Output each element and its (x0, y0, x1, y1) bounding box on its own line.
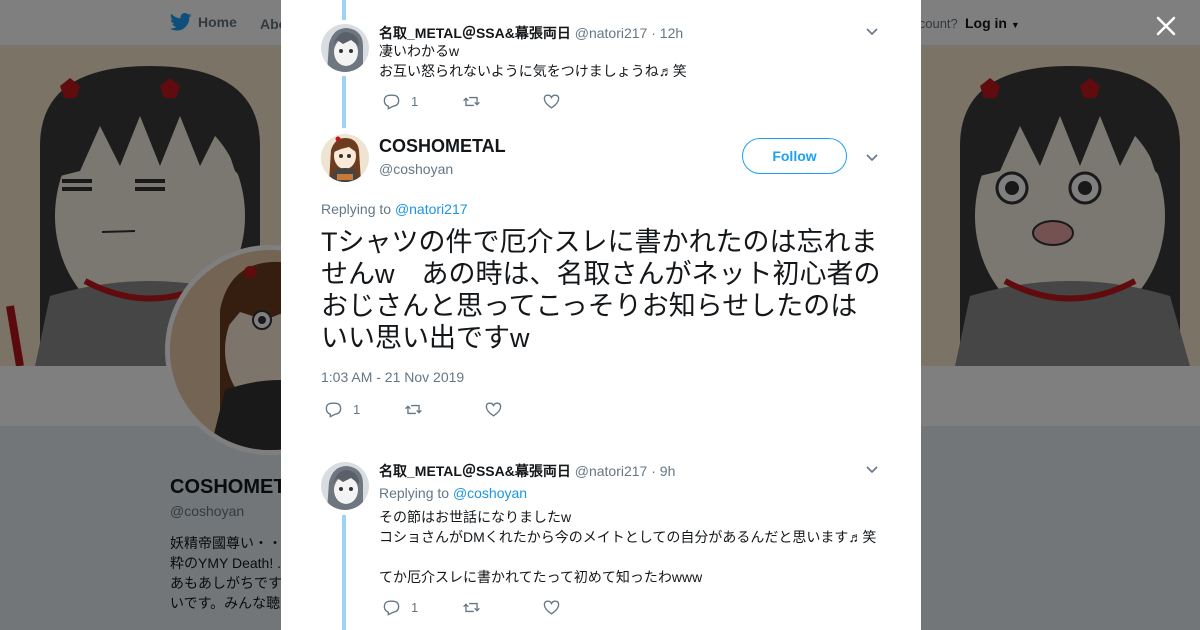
retweet-button[interactable] (462, 598, 542, 617)
reply-button[interactable]: 1 (324, 400, 404, 419)
mention-link[interactable]: @natori217 (395, 201, 468, 217)
reply-icon (383, 600, 400, 616)
replying-label: Replying to (321, 201, 392, 217)
avatar[interactable] (321, 24, 369, 72)
reply-button[interactable]: 1 (382, 92, 462, 111)
tweet-modal: 名取_METAL＠SSA&幕張両日 @natori217 · 12h 凄いわかる… (281, 0, 921, 630)
avatar[interactable] (321, 462, 369, 510)
tweet-author-name[interactable]: 名取_METAL＠SSA&幕張両日 (379, 25, 571, 41)
retweet-button[interactable] (462, 92, 542, 111)
tweet-text: その節はお世話になりましたw コショさんがDMくれたから今のメイトとしての自分が… (379, 509, 877, 585)
tweet-author-handle[interactable]: @natori217 (575, 25, 648, 41)
chevron-down-icon[interactable] (864, 149, 880, 165)
tweet-header: 名取_METAL＠SSA&幕張両日 @natori217 · 9h (379, 461, 675, 481)
replying-label: Replying to (379, 485, 450, 501)
thread-line (342, 0, 346, 20)
main-tweet-text: Tシャツの件で厄介スレに書かれたのは忘れませんw あの時は、名取さんがネット初心… (321, 227, 881, 353)
chevron-down-icon[interactable] (864, 23, 880, 39)
close-modal-button[interactable] (1152, 12, 1180, 40)
tweet-actions: 1 (382, 92, 561, 111)
heart-icon (543, 600, 560, 615)
retweet-button[interactable] (404, 400, 484, 419)
retweet-icon (463, 602, 480, 613)
like-button[interactable] (542, 598, 561, 617)
avatar[interactable] (321, 134, 369, 182)
reply-count: 1 (353, 402, 361, 417)
heart-icon (543, 94, 560, 109)
reply-count: 1 (411, 94, 419, 109)
tweet-actions: 1 (324, 400, 503, 419)
tweet-author-name[interactable]: COSHOMETAL (379, 136, 506, 157)
tweet-author-name[interactable]: 名取_METAL＠SSA&幕張両日 (379, 463, 571, 479)
thread-line (342, 515, 346, 630)
separator-dot: · (651, 463, 656, 479)
chevron-down-icon[interactable] (864, 461, 880, 477)
mention-link[interactable]: @coshoyan (453, 485, 527, 501)
follow-button[interactable]: Follow (742, 138, 847, 174)
tweet-author-handle[interactable]: @coshoyan (379, 161, 453, 177)
thread-line (342, 76, 346, 128)
like-button[interactable] (542, 92, 561, 111)
close-icon (1156, 16, 1176, 36)
reply-icon (383, 94, 400, 110)
retweet-icon (405, 404, 422, 415)
tweet-date[interactable]: 1:03 AM - 21 Nov 2019 (321, 369, 464, 385)
reply-icon (325, 402, 342, 418)
like-button[interactable] (484, 400, 503, 419)
heart-icon (485, 402, 502, 417)
tweet-actions: 1 (382, 598, 561, 617)
retweet-icon (463, 96, 480, 107)
separator-dot: · (651, 25, 656, 41)
reply-button[interactable]: 1 (382, 598, 462, 617)
replying-to: Replying to @natori217 (321, 201, 468, 217)
tweet-timestamp[interactable]: 12h (660, 25, 683, 41)
tweet-header: 名取_METAL＠SSA&幕張両日 @natori217 · 12h (379, 23, 683, 43)
tweet-timestamp[interactable]: 9h (660, 463, 676, 479)
replying-to: Replying to @coshoyan (379, 485, 527, 501)
tweet-text: 凄いわかるw お互い怒られないように気をつけましょうね♬笑 (379, 43, 687, 79)
reply-count: 1 (411, 600, 419, 615)
tweet-author-handle[interactable]: @natori217 (575, 463, 648, 479)
